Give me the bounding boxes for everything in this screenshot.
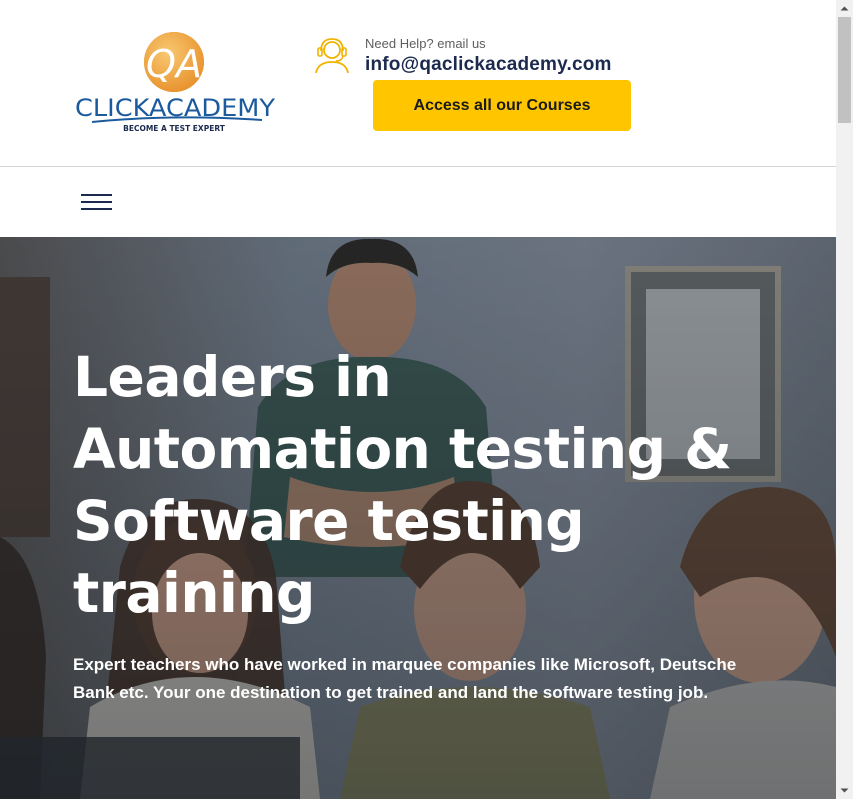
hero-subtitle-line: Expert teachers who have worked in marqu… <box>73 655 737 674</box>
scrollbar-thumb[interactable] <box>838 17 851 123</box>
hero-title-line: Software testing <box>73 489 585 553</box>
hero-subtitle: Expert teachers who have worked in marqu… <box>73 651 773 707</box>
access-courses-button[interactable]: Access all our Courses <box>373 80 631 131</box>
headset-support-icon <box>315 38 349 74</box>
main-nav <box>0 167 836 237</box>
hamburger-menu-icon[interactable] <box>81 193 113 211</box>
scroll-up-arrow-icon[interactable] <box>836 0 853 17</box>
site-header: QA CLICKACADEMY BECOME A TEST EXPERT Nee… <box>0 0 836 167</box>
logo-tagline: BECOME A TEST EXPERT <box>123 124 226 133</box>
page: QA CLICKACADEMY BECOME A TEST EXPERT Nee… <box>0 0 836 799</box>
hero-title-line: Leaders in <box>73 345 392 409</box>
logo-mark: QA <box>146 42 202 86</box>
hero-title-line: training <box>73 561 315 625</box>
qa-click-academy-logo[interactable]: QA CLICKACADEMY BECOME A TEST EXPERT <box>72 30 278 134</box>
hero-title: Leaders in Automation testing & Software… <box>73 341 793 629</box>
support-email-link[interactable]: info@qaclickacademy.com <box>365 54 612 76</box>
hero-title-line: Automation testing & <box>73 417 732 481</box>
hero-subtitle-line: Bank etc. Your one destination to get tr… <box>73 683 709 702</box>
help-text: Need Help? email us <box>365 36 486 51</box>
vertical-scrollbar[interactable] <box>836 0 853 799</box>
scroll-down-arrow-icon[interactable] <box>836 782 853 799</box>
